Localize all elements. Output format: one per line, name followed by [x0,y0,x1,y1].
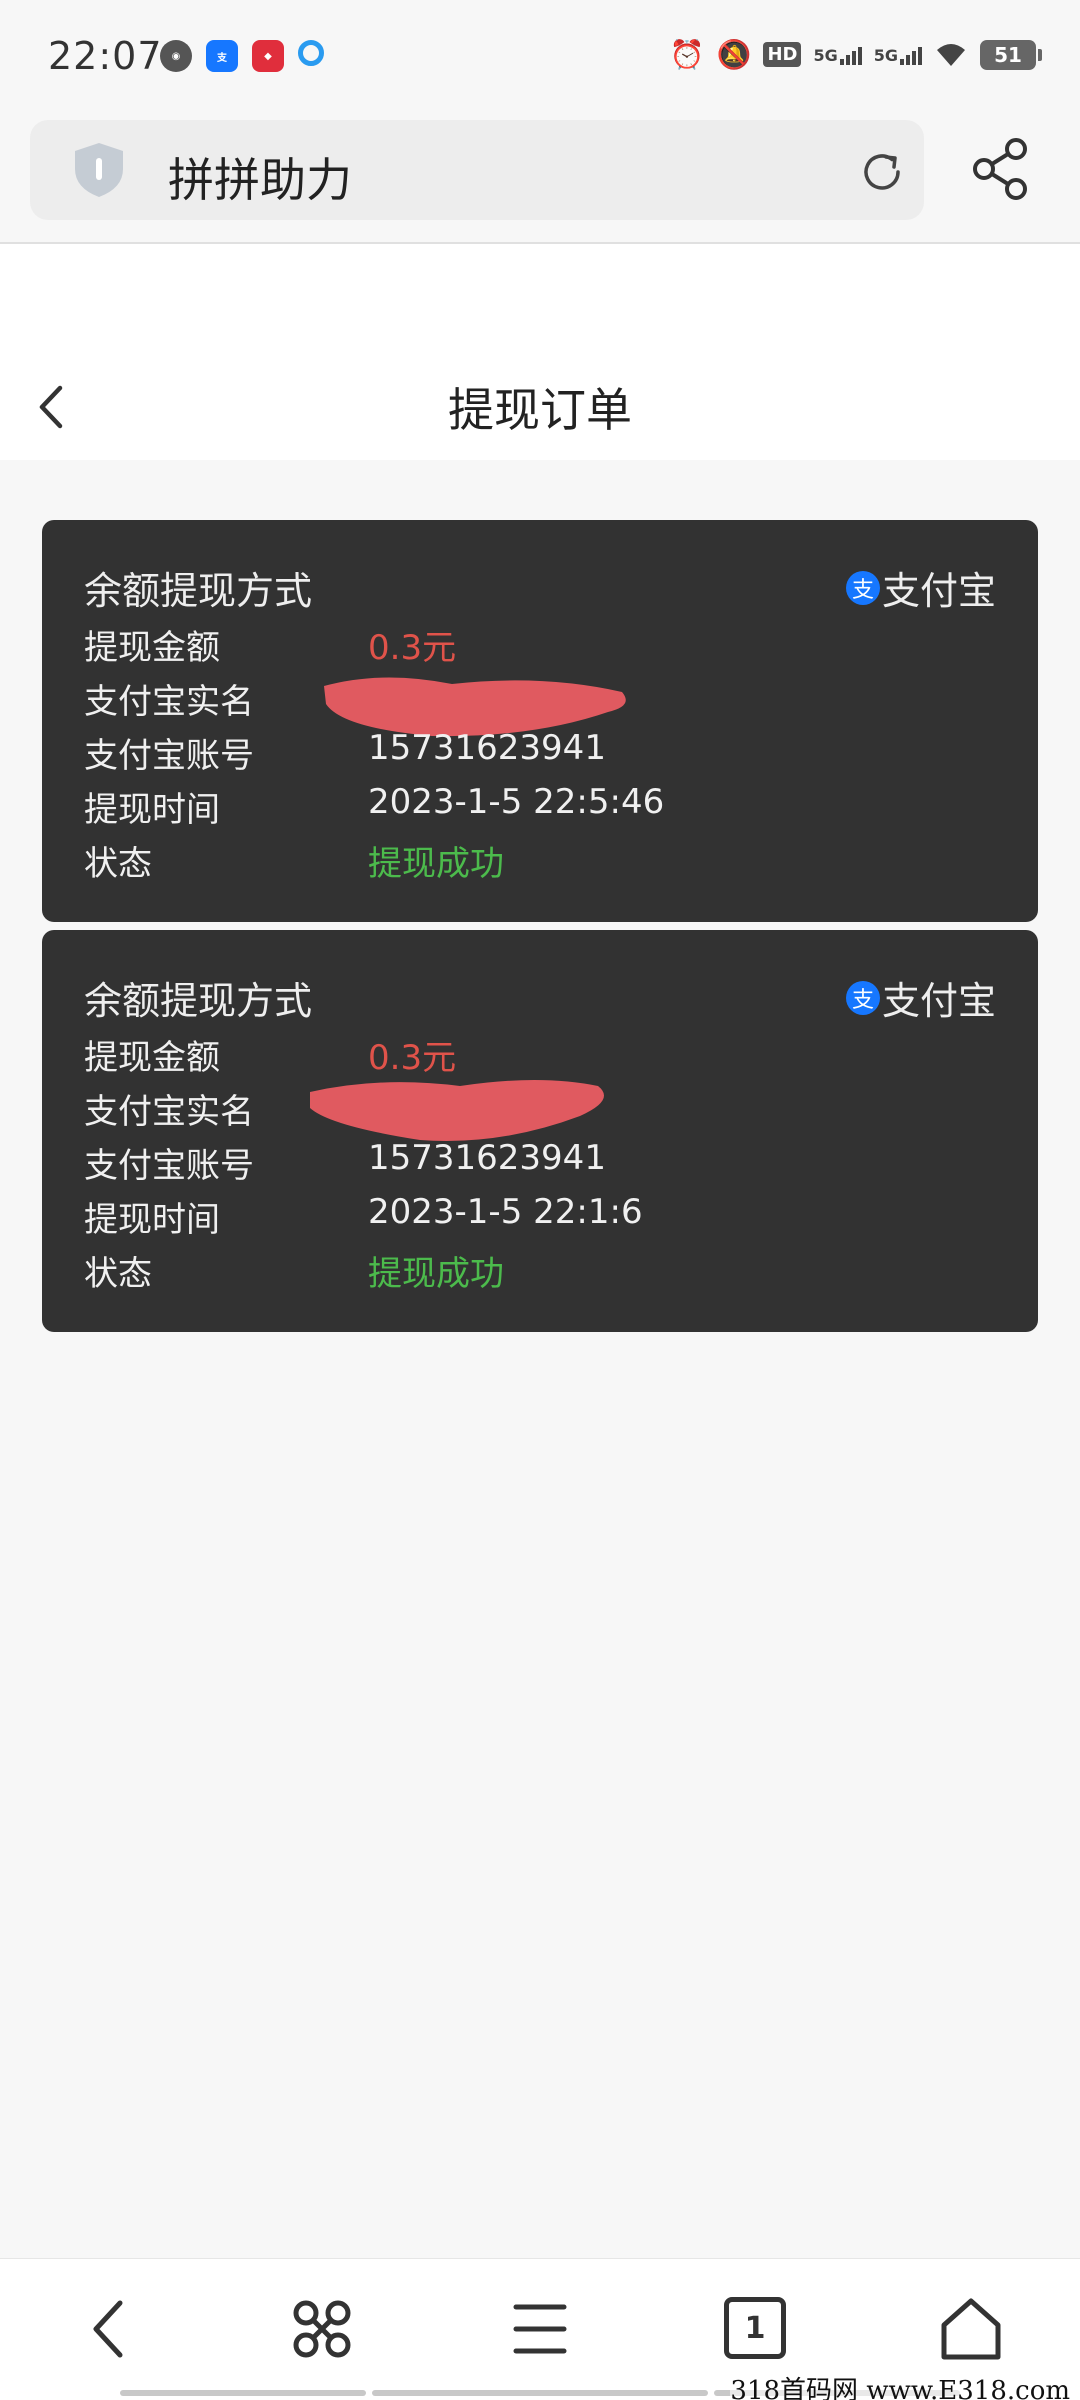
menu-icon[interactable] [512,2297,568,2361]
alipay-icon: 支 [845,570,880,605]
page-title: 提现订单 [448,383,632,437]
status-time: 22:07 [48,34,163,78]
signal-2-icon: 5G [874,45,922,65]
order-card: 余额提现方式 支 支付宝 提现金额 0.3元 支付宝实名 支付宝账号 15731… [42,520,1038,922]
gesture-bar [372,2390,708,2396]
amount-label: 提现金额 [84,628,220,668]
circle-app-icon [298,40,324,66]
order-card: 余额提现方式 支 支付宝 提现金额 0.3元 支付宝实名 支付宝账号 15731… [42,930,1038,1332]
alarm-icon: ⏰ [669,38,705,71]
mute-icon: 🔕 [716,38,752,71]
screen: 22:07 ◉ 支 ◆ ⏰ 🔕 HD 5G 5G 51 拼拼助力 提现订单 余额… [0,0,1080,2400]
amount-label: 提现金额 [84,1038,220,1078]
nav-back-icon[interactable] [86,2297,132,2361]
share-icon[interactable] [970,136,1032,202]
mini-apps-icon[interactable] [290,2297,354,2361]
payment-method-label: 支付宝 [881,569,996,613]
headset-app-icon: ◉ [160,40,192,72]
account-value: 15731623941 [368,728,606,768]
page-header: 提现订单 [0,244,1080,460]
real-name-label: 支付宝实名 [84,1092,254,1132]
account-label: 支付宝账号 [84,736,254,776]
payment-method: 支 支付宝 [845,970,996,1025]
status-label: 状态 [84,1254,152,1294]
shield-icon[interactable] [70,140,128,200]
status-label: 状态 [84,844,152,884]
card-title: 余额提现方式 [84,979,313,1023]
tabs-button[interactable]: 1 [724,2297,786,2359]
payment-method: 支 支付宝 [845,560,996,615]
battery-icon: 51 [980,39,1042,70]
real-name-label: 支付宝实名 [84,682,254,722]
hd-icon: HD [763,42,802,67]
status-value: 提现成功 [368,844,504,884]
status-value: 提现成功 [368,1254,504,1294]
address-bar[interactable]: 拼拼助力 [30,120,924,220]
network-2-label: 5G [873,45,898,65]
amount-value: 0.3元 [368,628,457,668]
site-title[interactable]: 拼拼助力 [168,144,352,210]
watermark: 318首码网 www.E318.com [730,2370,1070,2400]
reload-icon[interactable] [858,148,906,196]
time-label: 提现时间 [84,1200,220,1240]
network-1-label: 5G [813,45,838,65]
status-indicators: ⏰ 🔕 HD 5G 5G 51 [669,38,1042,71]
signal-1-icon: 5G [813,45,862,65]
store-app-icon: ◆ [252,40,284,72]
card-title: 余额提现方式 [84,569,313,613]
account-value: 15731623941 [368,1138,606,1178]
tab-count: 1 [744,2310,766,2346]
time-label: 提现时间 [84,790,220,830]
status-bar: 22:07 ◉ 支 ◆ ⏰ 🔕 HD 5G 5G 51 [0,0,1080,112]
home-icon[interactable] [938,2297,1004,2361]
time-value: 2023-1-5 22:1:6 [368,1192,643,1232]
account-label: 支付宝账号 [84,1146,254,1186]
alipay-app-icon: 支 [206,40,238,72]
status-app-icons: ◉ 支 ◆ [160,40,324,72]
time-value: 2023-1-5 22:5:46 [368,782,665,822]
gesture-bar [120,2390,366,2396]
alipay-icon: 支 [845,980,880,1015]
payment-method-label: 支付宝 [881,979,996,1023]
wifi-icon [937,43,965,66]
